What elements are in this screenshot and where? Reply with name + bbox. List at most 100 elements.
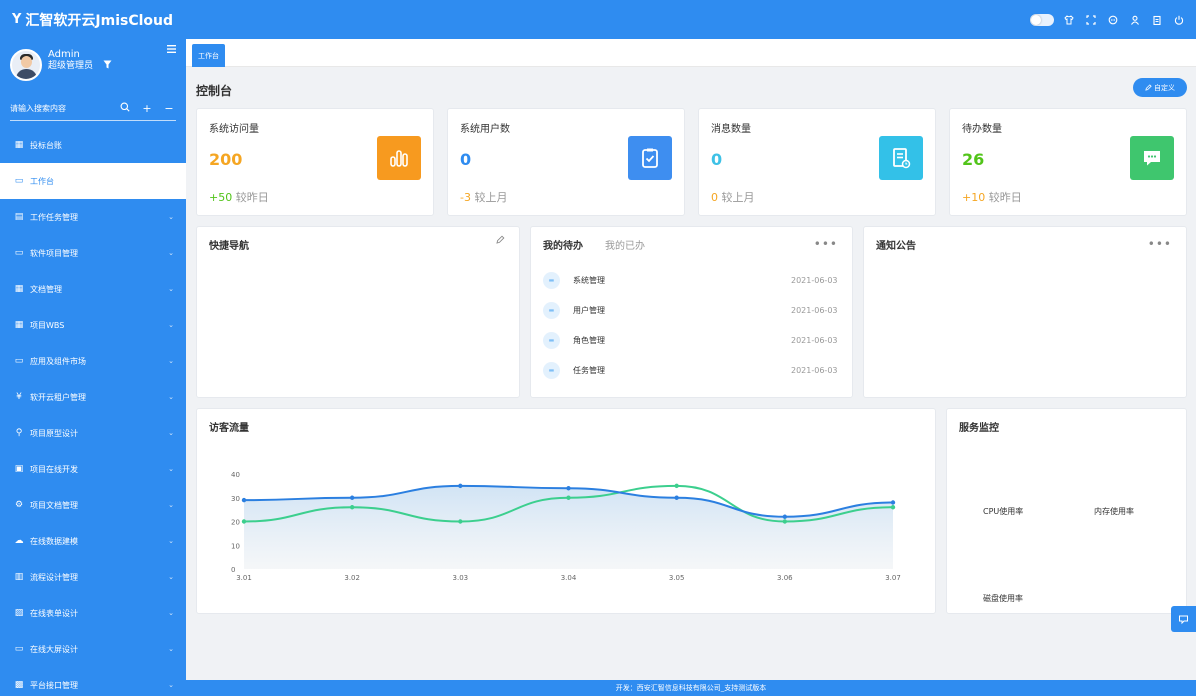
sidebar-item-label: 在线大屏设计 [30,644,78,654]
sidebar-item[interactable]: ▥ 流程设计管理 ⌄ [0,559,186,595]
filter-icon[interactable] [103,60,112,73]
stat-delta-value: +10 [962,191,986,204]
stat-value: 0 [460,150,472,169]
form-icon: ▨ [14,608,24,618]
stat-label: 待办数量 [962,124,1002,135]
theme-toggle[interactable] [1030,13,1054,26]
stat-delta: -3 较上月 [460,189,507,205]
user-info: Admin 超级管理员 [48,49,112,97]
menu-collapse-icon[interactable] [167,45,176,56]
chevron-down-icon: ⌄ [168,213,174,221]
collapse-all-icon[interactable]: − [162,102,176,115]
customize-button[interactable]: 自定义 [1133,78,1187,97]
x-tick-label: 3.01 [236,574,252,582]
stat-delta: +10 较昨日 [962,189,1022,205]
folder-icon: ▬ [543,301,560,319]
sidebar-item-label: 工作台 [30,176,54,186]
sidebar-item[interactable]: ▭ 在线大屏设计 ⌄ [0,631,186,667]
edit-icon[interactable] [496,235,505,247]
stat-delta: +50 较昨日 [209,189,269,205]
customize-button-label: 自定义 [1154,83,1175,92]
sidebar-item[interactable]: ▭ 软件项目管理 ⌄ [0,235,186,271]
stat-card[interactable]: 系统用户数 0 -3 较上月 [447,108,685,216]
user-role: 超级管理员 [48,61,94,71]
more-icon[interactable]: ••• [1148,237,1172,251]
todo-item[interactable]: ▬ 系统管理 2021-06-03 [543,271,843,289]
sidebar-item[interactable]: ⚲ 项目原型设计 ⌄ [0,415,186,451]
sidebar-item[interactable]: ▩ 平台接口管理 ⌄ [0,667,186,696]
stat-card[interactable]: 系统访问量 200 +50 较昨日 [196,108,434,216]
chevron-down-icon: ⌄ [168,465,174,473]
user-icon[interactable] [1128,13,1142,27]
stat-delta-text: 较昨日 [988,191,1022,204]
feedback-button[interactable] [1171,606,1196,632]
top-header: Y 汇智软开云JmisCloud [0,0,1196,39]
sidebar-item[interactable]: ▭ 工作台 [0,163,186,199]
stat-delta-text: 较上月 [474,191,508,204]
tab-my-done[interactable]: 我的已办 [605,237,645,252]
sidebar-item[interactable]: ▨ 在线表单设计 ⌄ [0,595,186,631]
chat-icon[interactable] [1106,13,1120,27]
sidebar-item[interactable]: ⚙ 项目文档管理 ⌄ [0,487,186,523]
power-icon[interactable] [1172,13,1186,27]
monitor-icon: ▭ [14,248,24,258]
data-point [458,519,463,524]
more-icon[interactable]: ••• [814,237,838,251]
brand-logo[interactable]: Y 汇智软开云JmisCloud [0,10,186,30]
chevron-down-icon: ⌄ [168,501,174,509]
header-toolbar [1030,13,1196,27]
x-tick-label: 3.07 [885,574,901,582]
check-list-icon [628,136,672,180]
stat-card[interactable]: 待办数量 26 +10 较昨日 [949,108,1187,216]
data-point [566,495,571,500]
notice-panel: 通知公告 ••• [863,226,1187,398]
sidebar: Admin 超级管理员 + − ▦ 投标台账 ▭ 工作台 ▤ 工作任务管理 ⌄ ▭ 软件项目管理… [0,39,186,696]
y-tick-label: 10 [231,542,240,550]
cpu-usage-label: CPU使用率 [983,507,1024,516]
chat-bubble-icon [1130,136,1174,180]
todo-date: 2021-06-03 [791,275,838,285]
folder-icon: ▬ [543,361,560,379]
todo-name: 系统管理 [573,275,605,285]
search-input[interactable] [10,104,110,113]
sidebar-item[interactable]: ☁ 在线数据建模 ⌄ [0,523,186,559]
clipboard-icon[interactable] [1150,13,1164,27]
todo-item[interactable]: ▬ 用户管理 2021-06-03 [543,301,843,319]
fullscreen-icon[interactable] [1084,13,1098,27]
brand-name: 汇智软开云JmisCloud [25,12,174,29]
search-icon[interactable] [118,102,132,115]
avatar[interactable] [10,49,42,81]
sidebar-item[interactable]: ¥ 软开云租户管理 ⌄ [0,379,186,415]
sidebar-item[interactable]: ▤ 工作任务管理 ⌄ [0,199,186,235]
stat-delta-text: 较昨日 [235,191,269,204]
shirt-icon[interactable] [1062,13,1076,27]
sidebar-item[interactable]: ▭ 应用及组件市场 ⌄ [0,343,186,379]
sidebar-item[interactable]: ▦ 投标台账 [0,127,186,163]
stat-value: 200 [209,150,243,169]
chevron-down-icon: ⌄ [168,321,174,329]
tab-workbench[interactable]: 工作台 [192,44,225,67]
notice-title: 通知公告 [876,241,916,252]
todo-item[interactable]: ▬ 角色管理 2021-06-03 [543,331,843,349]
sidebar-item[interactable]: ▦ 文档管理 ⌄ [0,271,186,307]
sidebar-item-label: 项目在线开发 [30,464,78,474]
expand-all-icon[interactable]: + [140,102,154,115]
flow-icon: ▥ [14,572,24,582]
data-point [241,497,247,503]
sidebar-item-label: 在线数据建模 [30,536,78,546]
chevron-down-icon: ⌄ [168,681,174,689]
todo-item[interactable]: ▬ 任务管理 2021-06-03 [543,361,843,379]
sidebar-item[interactable]: ▦ 项目WBS ⌄ [0,307,186,343]
edit-icon [1145,84,1152,91]
tab-my-todo[interactable]: 我的待办 [543,237,583,252]
bar-chart-icon [377,136,421,180]
data-point [782,519,788,524]
stat-value: 0 [711,150,723,169]
todo-panel: 我的待办 我的已办 ••• ▬ 系统管理 2021-06-03 ▬ 用户管理 2021-0… [530,226,853,398]
data-point [349,495,355,500]
sidebar-item[interactable]: ▣ 项目在线开发 ⌄ [0,451,186,487]
stat-card[interactable]: 消息数量 0 0 较上月 [698,108,936,216]
stat-delta-value: 0 [711,191,718,204]
footer: 开发：西安汇智信息科技有限公司_支持测试版本 [186,680,1196,696]
settings-icon: ⚙ [14,500,24,510]
